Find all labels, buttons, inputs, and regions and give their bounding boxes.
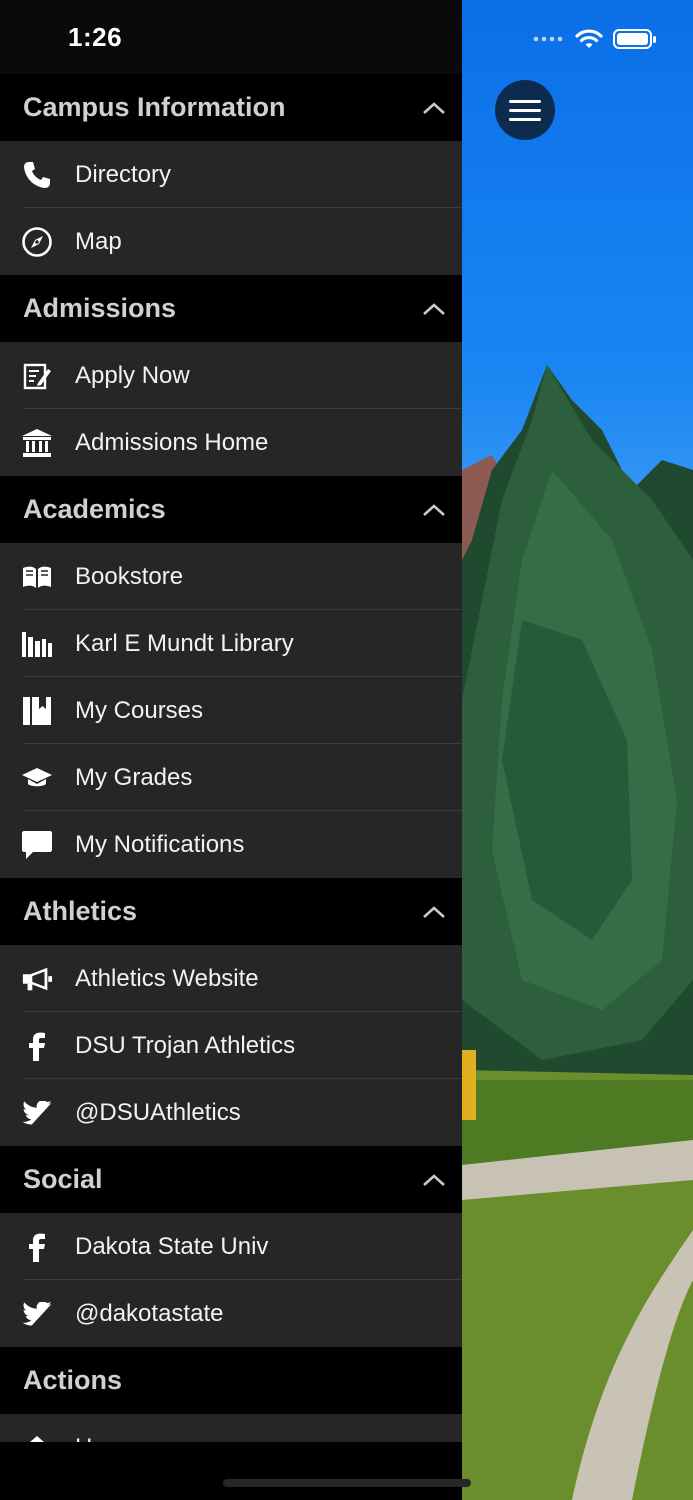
menu-item-label: Admissions Home — [75, 428, 269, 456]
section-header-actions[interactable]: Actions — [0, 1347, 462, 1414]
menu-item-my-notifications[interactable]: My Notifications — [0, 811, 462, 878]
menu-item-label: @dakotastate — [75, 1299, 224, 1327]
signal-dots-icon — [533, 36, 563, 42]
menu-item-apply-now[interactable]: Apply Now — [0, 342, 462, 409]
section-title: Actions — [23, 1365, 123, 1395]
menu-item-dsuathletics-twitter[interactable]: @DSUAthletics — [0, 1079, 462, 1146]
menu-item-label: Directory — [75, 160, 172, 188]
menu-item-athletics-website[interactable]: Athletics Website — [0, 945, 462, 1012]
menu-item-map[interactable]: Map — [0, 208, 462, 275]
menu-item-label: My Notifications — [75, 830, 245, 858]
section-title: Academics — [23, 494, 166, 524]
section-header-athletics[interactable]: Athletics — [0, 878, 462, 945]
status-indicators — [533, 27, 657, 51]
status-time: 1:26 — [68, 22, 123, 52]
megaphone-icon — [21, 963, 53, 995]
section-title: Admissions — [23, 293, 177, 323]
menu-item-label: @DSUAthletics — [75, 1098, 241, 1126]
menu-item-directory[interactable]: Directory — [0, 141, 462, 208]
twitter-icon — [21, 1298, 53, 1330]
edit-form-icon — [21, 360, 53, 392]
compass-icon — [21, 226, 53, 258]
phone-icon — [21, 159, 53, 191]
hamburger-line — [509, 99, 541, 103]
chevron-up-icon — [423, 503, 445, 516]
chevron-up-icon — [423, 302, 445, 315]
facebook-icon — [21, 1231, 53, 1263]
menu-item-bookstore[interactable]: Bookstore — [0, 543, 462, 610]
hamburger-line — [509, 108, 541, 112]
open-book-icon — [21, 561, 53, 593]
drawer-bottom-bar — [0, 1442, 462, 1500]
chat-bubble-icon — [21, 829, 53, 861]
facebook-icon — [21, 1030, 53, 1062]
hamburger-line — [509, 117, 541, 121]
graduation-cap-icon — [21, 762, 53, 794]
menu-item-label: Karl E Mundt Library — [75, 629, 294, 657]
home-indicator[interactable] — [223, 1479, 471, 1487]
campus-background-photo — [462, 0, 693, 1500]
menu-item-label: Map — [75, 227, 122, 255]
chevron-up-icon — [423, 905, 445, 918]
menu-item-dsu-trojan-athletics[interactable]: DSU Trojan Athletics — [0, 1012, 462, 1079]
library-books-icon — [21, 628, 53, 660]
section-header-academics[interactable]: Academics — [0, 476, 462, 543]
hamburger-menu-button[interactable] — [495, 80, 555, 140]
chevron-up-icon — [423, 1173, 445, 1186]
menu-item-label: Home — [75, 1434, 139, 1443]
menu-item-karl-e-mundt-library[interactable]: Karl E Mundt Library — [0, 610, 462, 677]
menu-item-label: My Grades — [75, 763, 193, 791]
menu-item-home[interactable]: Home — [0, 1414, 462, 1442]
section-header-campus-information[interactable]: Campus Information — [0, 74, 462, 141]
menu-item-label: My Courses — [75, 696, 204, 724]
menu-item-dakotastate-twitter[interactable]: @dakotastate — [0, 1280, 462, 1347]
section-header-social[interactable]: Social — [0, 1146, 462, 1213]
battery-icon — [613, 29, 656, 49]
home-icon — [21, 1432, 53, 1442]
menu-item-label: Athletics Website — [75, 964, 259, 992]
menu-item-label: Dakota State Univ — [75, 1232, 269, 1260]
menu-item-label: DSU Trojan Athletics — [75, 1031, 296, 1059]
menu-item-admissions-home[interactable]: Admissions Home — [0, 409, 462, 476]
section-title: Campus Information — [23, 92, 286, 122]
institution-icon — [21, 427, 53, 459]
section-title: Athletics — [23, 896, 138, 926]
chevron-up-icon — [423, 101, 445, 114]
twitter-icon — [21, 1097, 53, 1129]
menu-item-my-courses[interactable]: My Courses — [0, 677, 462, 744]
wifi-icon — [575, 29, 603, 48]
navigation-drawer: Campus Information Directory Map Admissi… — [0, 74, 462, 1442]
courses-book-icon — [21, 695, 53, 727]
menu-item-label: Apply Now — [75, 361, 190, 389]
menu-item-label: Bookstore — [75, 562, 184, 590]
section-title: Social — [23, 1164, 103, 1194]
section-header-admissions[interactable]: Admissions — [0, 275, 462, 342]
menu-item-dakota-state-univ[interactable]: Dakota State Univ — [0, 1213, 462, 1280]
menu-item-my-grades[interactable]: My Grades — [0, 744, 462, 811]
